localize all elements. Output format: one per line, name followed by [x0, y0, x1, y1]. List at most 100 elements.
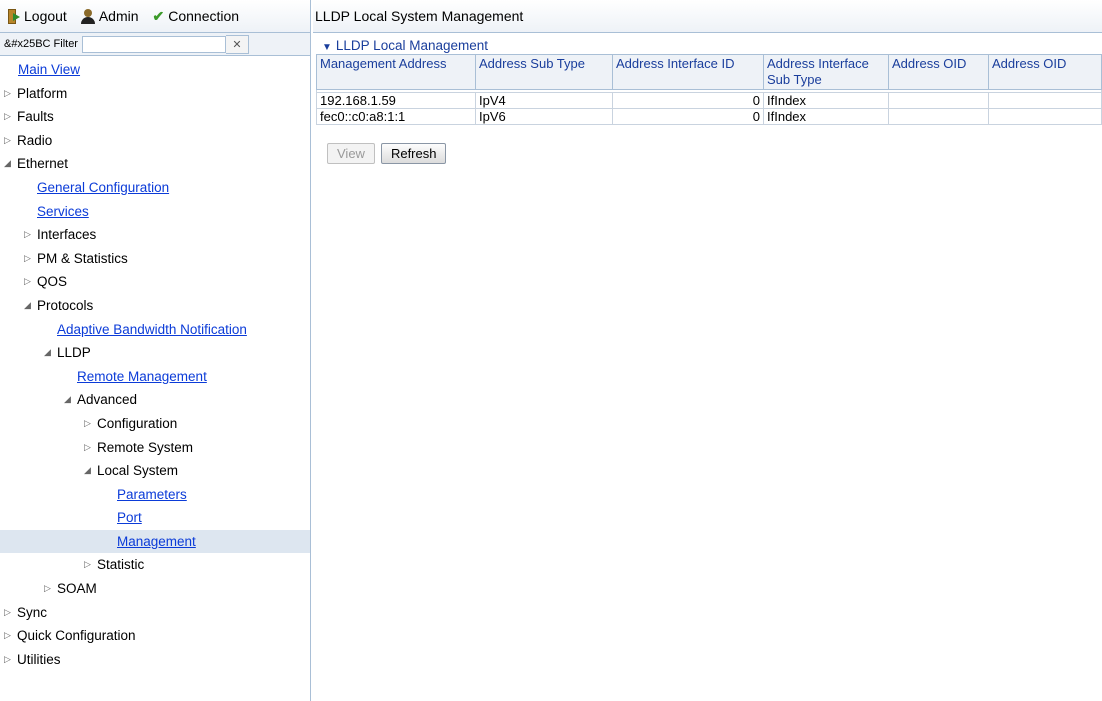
tree-label-ethernet: Ethernet [17, 156, 69, 172]
col-address-oid-2[interactable]: Address OID [988, 54, 1102, 90]
col-address-sub-type[interactable]: Address Sub Type [475, 54, 613, 90]
tree-label-advanced: Advanced [77, 392, 138, 408]
filter-bar: &#x25BC Filter ✕ [0, 33, 310, 56]
col-management-address[interactable]: Management Address [316, 54, 476, 90]
user-icon [80, 8, 95, 24]
tree-label-statistic: Statistic [97, 557, 145, 573]
expand-triangle-icon[interactable]: ▷ [44, 577, 57, 601]
collapse-triangle-icon[interactable]: ◢ [84, 459, 97, 483]
tree-link-remote-management[interactable]: Remote Management [77, 365, 207, 389]
expand-triangle-icon[interactable]: ▷ [4, 129, 17, 153]
navigation-tree: Main View ▷ Platform ▷ Faults ▷ Radio ◢ Ethe… [0, 56, 310, 671]
collapse-triangle-icon[interactable]: ▼ [322, 42, 332, 53]
table-row[interactable]: 192.168.1.59 IpV4 0 IfIndex [316, 92, 1102, 109]
cell-address-sub-type: IpV4 [475, 92, 613, 109]
expand-triangle-icon[interactable]: ▷ [84, 436, 97, 460]
col-address-interface-sub-type[interactable]: Address Interface Sub Type [763, 54, 889, 90]
tree-item-main-view[interactable]: Main View [0, 58, 310, 82]
cell-address-oid-2 [988, 108, 1102, 125]
close-icon[interactable]: ✕ [225, 34, 249, 54]
cell-address-oid-1 [888, 92, 989, 109]
table-row[interactable]: fec0::c0:a8:1:1 IpV6 0 IfIndex [316, 108, 1102, 125]
tree-item-services[interactable]: Services [0, 200, 310, 224]
tree-link-services[interactable]: Services [37, 200, 89, 224]
expand-triangle-icon[interactable]: ▷ [4, 82, 17, 106]
tree-item-protocols[interactable]: ◢ Protocols [0, 294, 310, 318]
tree-item-interfaces[interactable]: ▷ Interfaces [0, 223, 310, 247]
tree-label-interfaces: Interfaces [37, 227, 97, 243]
cell-address-oid-2 [988, 92, 1102, 109]
expand-triangle-icon[interactable]: ▷ [84, 553, 97, 577]
content-pane: LLDP Local System Management ▼ LLDP Local… [313, 0, 1102, 701]
tree-item-qos[interactable]: ▷ QOS [0, 270, 310, 294]
refresh-button[interactable]: Refresh [380, 143, 447, 164]
view-button[interactable]: View [327, 143, 375, 164]
tree-item-advanced[interactable]: ◢ Advanced [0, 388, 310, 412]
admin-button[interactable]: Admin [80, 8, 139, 24]
tree-item-port[interactable]: Port [0, 506, 310, 530]
navigation-pane: Logout Admin ✔ Connection &#x25BC Filter… [0, 0, 311, 701]
tree-item-statistic[interactable]: ▷ Statistic [0, 553, 310, 577]
collapse-triangle-icon[interactable]: ◢ [44, 341, 57, 365]
connection-button[interactable]: ✔ Connection [153, 8, 240, 25]
filter-input[interactable] [81, 35, 226, 53]
expand-triangle-icon[interactable]: ▷ [4, 105, 17, 129]
cell-address-oid-1 [888, 108, 989, 125]
tree-item-radio[interactable]: ▷ Radio [0, 129, 310, 153]
cell-management-address: 192.168.1.59 [316, 92, 476, 109]
tree-label-soam: SOAM [57, 581, 97, 597]
management-table: Management Address Address Sub Type Addr… [316, 54, 1102, 125]
tree-link-general-configuration[interactable]: General Configuration [37, 176, 169, 200]
tree-item-quick-configuration[interactable]: ▷ Quick Configuration [0, 624, 310, 648]
col-address-interface-id[interactable]: Address Interface ID [612, 54, 764, 90]
tree-item-remote-management[interactable]: Remote Management [0, 365, 310, 389]
tree-link-parameters[interactable]: Parameters [117, 483, 187, 507]
tree-label-utilities: Utilities [17, 651, 61, 667]
collapse-triangle-icon[interactable]: ◢ [64, 388, 77, 412]
tree-item-lldp[interactable]: ◢ LLDP [0, 341, 310, 365]
expand-triangle-icon[interactable]: ▷ [24, 223, 37, 247]
page-title: LLDP Local System Management [313, 0, 1102, 33]
expand-triangle-icon[interactable]: ▷ [84, 412, 97, 436]
filter-label: &#x25BC Filter [4, 38, 78, 50]
expand-triangle-icon[interactable]: ▷ [24, 270, 37, 294]
section-header[interactable]: ▼ LLDP Local Management [313, 37, 1102, 54]
tree-item-adaptive-bandwidth[interactable]: Adaptive Bandwidth Notification [0, 318, 310, 342]
button-row: View Refresh [327, 143, 1102, 164]
expand-triangle-icon[interactable]: ▷ [4, 601, 17, 625]
tree-link-management[interactable]: Management [117, 530, 196, 554]
tree-item-local-system[interactable]: ◢ Local System [0, 459, 310, 483]
tree-item-platform[interactable]: ▷ Platform [0, 82, 310, 106]
logout-button[interactable]: Logout [8, 8, 67, 24]
tree-label-quick-configuration: Quick Configuration [17, 628, 136, 644]
expand-triangle-icon[interactable]: ▷ [24, 247, 37, 271]
tree-label-qos: QOS [37, 274, 68, 290]
cell-address-interface-sub-type: IfIndex [763, 92, 889, 109]
cell-address-interface-id: 0 [612, 108, 764, 125]
tree-item-remote-system[interactable]: ▷ Remote System [0, 436, 310, 460]
tree-link-adaptive-bandwidth[interactable]: Adaptive Bandwidth Notification [57, 318, 247, 342]
expand-triangle-icon[interactable]: ▷ [4, 624, 17, 648]
tree-label-pm-statistics: PM & Statistics [37, 250, 128, 266]
logout-icon [8, 8, 20, 24]
expand-triangle-icon[interactable]: ▷ [4, 648, 17, 672]
tree-item-general-configuration[interactable]: General Configuration [0, 176, 310, 200]
collapse-triangle-icon[interactable]: ◢ [4, 152, 17, 176]
logout-label: Logout [24, 8, 67, 24]
collapse-triangle-icon[interactable]: ◢ [24, 294, 37, 318]
tree-item-parameters[interactable]: Parameters [0, 483, 310, 507]
tree-link-main-view[interactable]: Main View [18, 58, 80, 82]
tree-item-configuration[interactable]: ▷ Configuration [0, 412, 310, 436]
tree-link-port[interactable]: Port [117, 506, 142, 530]
top-toolbar: Logout Admin ✔ Connection [0, 0, 310, 33]
tree-item-faults[interactable]: ▷ Faults [0, 105, 310, 129]
section-title: LLDP Local Management [335, 38, 489, 53]
tree-item-ethernet[interactable]: ◢ Ethernet [0, 152, 310, 176]
tree-item-sync[interactable]: ▷ Sync [0, 601, 310, 625]
tree-item-management-selected[interactable]: Management [0, 529, 310, 554]
tree-item-pm-statistics[interactable]: ▷ PM & Statistics [0, 247, 310, 271]
col-address-oid-1[interactable]: Address OID [888, 54, 989, 90]
tree-item-soam[interactable]: ▷ SOAM [0, 577, 310, 601]
cell-address-sub-type: IpV6 [475, 108, 613, 125]
tree-item-utilities[interactable]: ▷ Utilities [0, 648, 310, 672]
